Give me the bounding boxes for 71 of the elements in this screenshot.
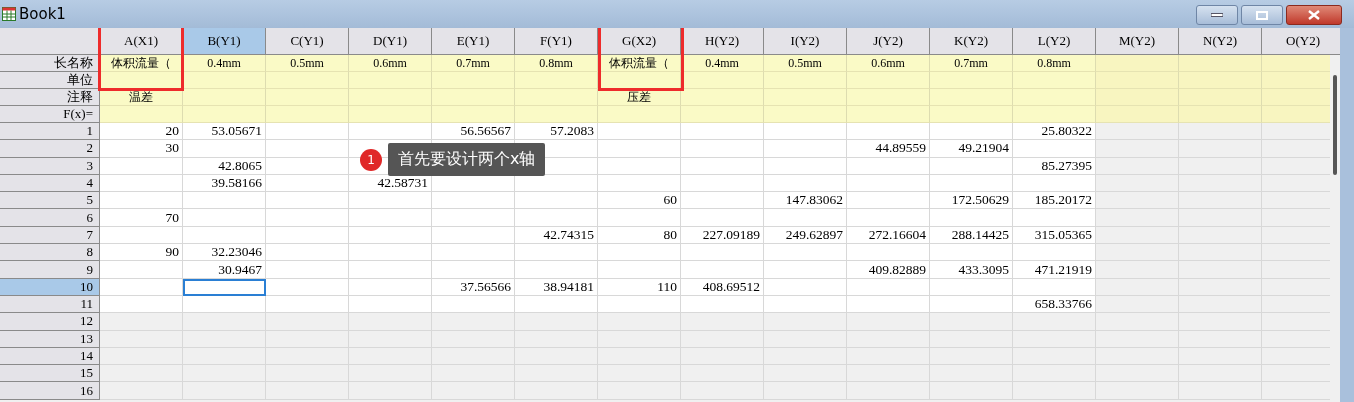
table-cell: 147.83062 [764, 192, 847, 210]
tooltip: 首先要设计两个x轴 [388, 143, 546, 176]
row-header[interactable]: 16 [0, 382, 100, 400]
column-header[interactable]: J(Y2) [847, 28, 930, 55]
maximize-icon [1256, 10, 1268, 20]
table-cell: 0.7mm [930, 55, 1013, 72]
table-cell: 49.21904 [930, 140, 1013, 158]
table-cell: 0.4mm [681, 55, 764, 72]
table-cell: 30 [100, 140, 183, 158]
table-cell: 0.5mm [266, 55, 349, 72]
table-cell: 185.20172 [1013, 192, 1096, 210]
table-cell: 57.2083 [515, 123, 598, 141]
row-header[interactable]: 12 [0, 313, 100, 331]
column-header[interactable]: L(Y2) [1013, 28, 1096, 55]
row-header[interactable]: 1 [0, 123, 100, 141]
table-cell: 20 [100, 123, 183, 141]
column-header[interactable]: F(Y1) [515, 28, 598, 55]
row-header[interactable]: 注释 [0, 89, 100, 106]
table-cell: 30.9467 [183, 261, 266, 279]
table-corner[interactable] [0, 28, 100, 55]
table-cell: 32.23046 [183, 244, 266, 262]
row-header[interactable]: 8 [0, 244, 100, 262]
close-button[interactable] [1286, 5, 1342, 25]
table-cell: 25.80322 [1013, 123, 1096, 141]
scrollbar-thumb[interactable] [1333, 75, 1337, 175]
window-title: Book1 [19, 5, 66, 23]
table-cell: 409.82889 [847, 261, 930, 279]
table-cell: 172.50629 [930, 192, 1013, 210]
row-header[interactable]: 单位 [0, 72, 100, 89]
table-cell: 44.89559 [847, 140, 930, 158]
column-header[interactable]: I(Y2) [764, 28, 847, 55]
table-cell: 0.4mm [183, 55, 266, 72]
column-header[interactable]: K(Y2) [930, 28, 1013, 55]
table-cell: 471.21919 [1013, 261, 1096, 279]
minimize-button[interactable] [1196, 5, 1238, 25]
row-header[interactable]: 2 [0, 140, 100, 158]
column-header[interactable]: A(X1) [100, 28, 183, 55]
table-cell: 433.3095 [930, 261, 1013, 279]
column-header[interactable]: H(Y2) [681, 28, 764, 55]
table-cell: 体积流量（ [100, 55, 183, 72]
scrollbar[interactable] [1330, 55, 1340, 402]
column-header[interactable]: B(Y1) [183, 28, 266, 55]
table-cell: 0.8mm [1013, 55, 1096, 72]
worksheet-icon [2, 7, 16, 21]
row-header[interactable]: 5 [0, 192, 100, 210]
row-header[interactable]: F(x)= [0, 106, 100, 123]
table-cell: 53.05671 [183, 123, 266, 141]
row-header[interactable]: 9 [0, 261, 100, 279]
table-cell: 0.8mm [515, 55, 598, 72]
column-header[interactable]: N(Y2) [1179, 28, 1262, 55]
column-header[interactable]: M(Y2) [1096, 28, 1179, 55]
column-header[interactable]: O(Y2) [1262, 28, 1340, 55]
column-header[interactable]: E(Y1) [432, 28, 515, 55]
maximize-button[interactable] [1241, 5, 1283, 25]
column-header[interactable]: D(Y1) [349, 28, 432, 55]
table-cell: 56.56567 [432, 123, 515, 141]
table-cell: 0.5mm [764, 55, 847, 72]
table-cell: 0.6mm [847, 55, 930, 72]
column-header[interactable]: G(X2) [598, 28, 681, 55]
row-header[interactable]: 6 [0, 209, 100, 227]
table-cell: 70 [100, 209, 183, 227]
table-cell: 0.7mm [432, 55, 515, 72]
row-header[interactable]: 15 [0, 365, 100, 383]
row-header[interactable]: 长名称 [0, 55, 100, 72]
table-cell: 60 [598, 192, 681, 210]
table-cell: 0.6mm [349, 55, 432, 72]
table-cell: 90 [100, 244, 183, 262]
minimize-icon [1211, 13, 1223, 17]
column-header[interactable]: C(Y1) [266, 28, 349, 55]
close-icon [1307, 10, 1321, 20]
table-cell: 体积流量（ [598, 55, 681, 72]
